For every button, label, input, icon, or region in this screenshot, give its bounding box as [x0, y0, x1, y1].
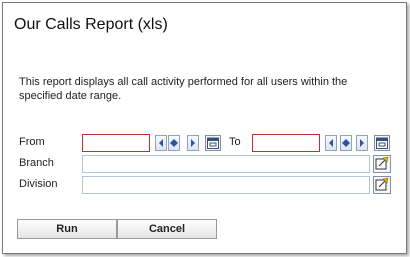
to-date-input[interactable]: [252, 134, 320, 152]
triangle-right-icon: [360, 139, 364, 147]
diamond-icon: [342, 139, 350, 147]
branch-picker-button[interactable]: [373, 155, 391, 173]
to-next-button[interactable]: [356, 135, 368, 151]
dialog-title: Our Calls Report (xls): [14, 16, 168, 33]
edit-picker-icon: [375, 177, 389, 191]
division-input[interactable]: [82, 176, 370, 194]
to-label: To: [229, 136, 241, 148]
to-prev-button[interactable]: [325, 135, 337, 151]
report-description: This report displays all call activity p…: [19, 76, 348, 102]
branch-label: Branch: [19, 157, 54, 169]
division-picker-button[interactable]: [373, 176, 391, 194]
from-next-button[interactable]: [187, 135, 199, 151]
triangle-right-icon: [191, 139, 195, 147]
run-button[interactable]: Run: [17, 219, 117, 239]
report-dialog: Our Calls Report (xls) This report displ…: [2, 2, 407, 254]
triangle-left-icon: [159, 139, 163, 147]
cancel-button[interactable]: Cancel: [117, 219, 217, 239]
diamond-icon: [170, 139, 178, 147]
triangle-left-icon: [329, 139, 333, 147]
from-prev-button[interactable]: [155, 135, 167, 151]
division-label: Division: [19, 178, 58, 190]
branch-input[interactable]: [82, 155, 370, 173]
from-date-input[interactable]: [82, 134, 150, 152]
from-label: From: [19, 136, 45, 148]
to-calendar-button[interactable]: [374, 135, 390, 151]
edit-picker-icon: [375, 156, 389, 170]
from-calendar-button[interactable]: [205, 135, 221, 151]
calendar-icon: [376, 137, 388, 149]
to-today-button[interactable]: [340, 135, 352, 151]
from-today-button[interactable]: [168, 135, 180, 151]
calendar-icon: [207, 137, 219, 149]
